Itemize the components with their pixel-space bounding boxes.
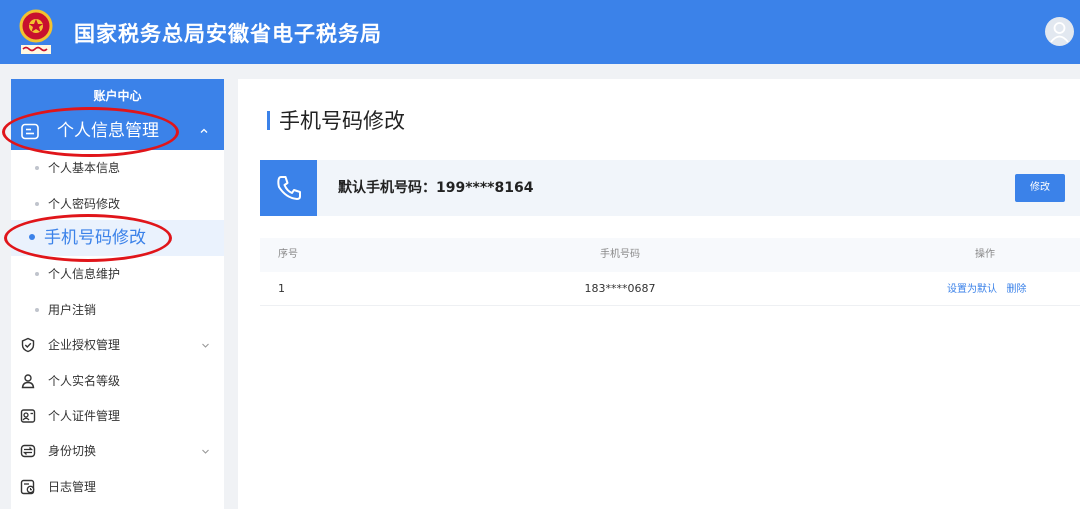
sidebar-item-identity-switch[interactable]: 身份切换 <box>11 433 224 469</box>
table-row: 1 183****0687 设置为默认 删除 <box>260 272 1080 306</box>
sidebar-item-basic-info[interactable]: 个人基本信息 <box>11 150 224 186</box>
sidebar-item-label: 企业授权管理 <box>48 338 121 352</box>
sidebar-item-realname-level[interactable]: 个人实名等级 <box>11 363 224 399</box>
phone-icon <box>277 176 301 200</box>
sidebar-item-label: 身份切换 <box>48 444 97 458</box>
bullet-dot-icon <box>35 308 39 312</box>
sidebar-item-label: 个人实名等级 <box>48 374 121 388</box>
set-default-link[interactable]: 设置为默认 <box>947 284 997 295</box>
row-phone: 183****0687 <box>584 282 656 295</box>
chevron-down-icon <box>202 449 209 454</box>
user-avatar-icon[interactable] <box>1045 17 1074 46</box>
sidebar-item-account-deregister[interactable]: 用户注销 <box>11 292 224 328</box>
shield-check-icon <box>21 337 35 353</box>
chevron-up-icon <box>200 128 208 133</box>
row-index: 1 <box>278 282 285 295</box>
log-icon <box>20 479 35 495</box>
sidebar-group-label: 个人信息管理 <box>57 121 159 141</box>
sidebar-item-label: 个人密码修改 <box>48 197 121 211</box>
sidebar-item-label: 日志管理 <box>48 480 97 494</box>
row-actions: 设置为默认 删除 <box>947 272 1027 307</box>
sidebar-item-label: 用户注销 <box>48 303 97 317</box>
sidebar-item-info-maintenance[interactable]: 个人信息维护 <box>11 256 224 292</box>
bullet-dot-icon <box>35 166 39 170</box>
certificate-icon <box>20 409 36 423</box>
switch-identity-icon <box>20 444 36 458</box>
default-phone-card: 默认手机号码：199****8164 修改 <box>260 160 1080 216</box>
bullet-dot-icon <box>29 234 35 240</box>
sidebar-item-label: 个人基本信息 <box>48 161 121 175</box>
sidebar-group-personal-info[interactable]: 个人信息管理 <box>11 113 224 150</box>
sidebar-item-password-change[interactable]: 个人密码修改 <box>11 186 224 222</box>
table-header: 序号 手机号码 操作 <box>260 238 1080 272</box>
user-level-icon <box>21 374 35 389</box>
site-title: 国家税务总局安徽省电子税务局 <box>74 22 382 46</box>
column-header-phone: 手机号码 <box>600 249 640 260</box>
page-title-text: 手机号码修改 <box>279 109 405 133</box>
column-header-index: 序号 <box>278 249 298 260</box>
tax-emblem-icon <box>19 9 53 54</box>
id-card-icon <box>21 123 39 140</box>
sidebar-heading: 账户中心 <box>11 79 224 113</box>
bullet-dot-icon <box>35 272 39 276</box>
delete-link[interactable]: 删除 <box>1007 284 1027 295</box>
phone-icon-box <box>260 160 317 216</box>
sidebar-item-label: 个人证件管理 <box>48 409 121 423</box>
sidebar-item-log-manage[interactable]: 日志管理 <box>11 469 224 505</box>
top-header: 国家税务总局安徽省电子税务局 <box>0 0 1080 64</box>
title-accent-bar <box>267 110 270 130</box>
sidebar-item-certificate-manage[interactable]: 个人证件管理 <box>11 398 224 434</box>
bullet-dot-icon <box>35 202 39 206</box>
edit-phone-button[interactable]: 修改 <box>1015 174 1065 202</box>
page-title: 手机号码修改 <box>267 106 405 134</box>
default-phone-label: 默认手机号码：199****8164 <box>338 180 534 196</box>
column-header-actions: 操作 <box>975 249 995 260</box>
chevron-down-icon <box>202 343 209 348</box>
account-sidebar: 账户中心 个人信息管理 个人基本信息 个人密码修改 手机号码修改 个人信息维护 … <box>11 79 224 509</box>
sidebar-item-label: 个人信息维护 <box>48 267 121 281</box>
sidebar-item-enterprise-auth[interactable]: 企业授权管理 <box>11 327 224 363</box>
sidebar-item-phone-change[interactable]: 手机号码修改 <box>11 220 224 256</box>
sidebar-item-label: 手机号码修改 <box>44 228 146 248</box>
